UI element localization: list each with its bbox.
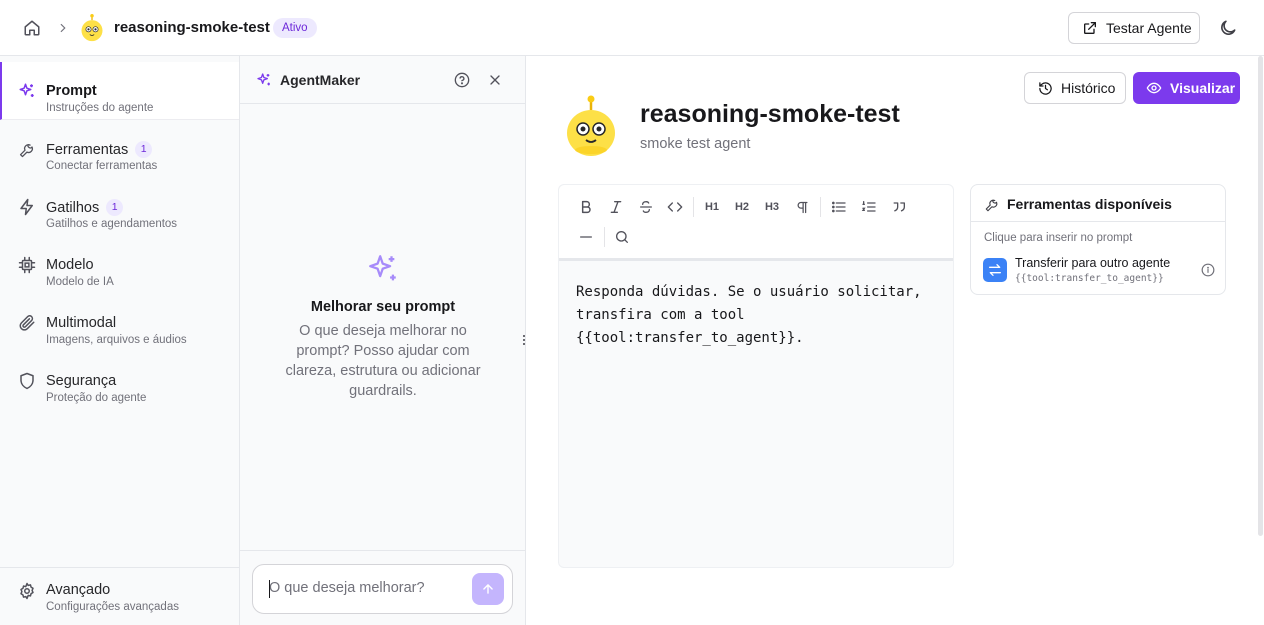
sidebar-item-label: Multimodal [46, 315, 117, 331]
heading-1-icon[interactable]: H1 [703, 198, 721, 216]
sidebar-item-avancado[interactable]: Avançado Configurações avançadas [0, 567, 239, 625]
sidebar: Prompt Instruções do agente Ferramentas 1… [0, 56, 240, 625]
robot-avatar-icon [564, 94, 618, 158]
tool-name: Transferir para outro agente [1015, 256, 1171, 270]
help-circle-icon[interactable] [454, 72, 470, 88]
prompt-text[interactable]: Responda dúvidas. Se o usuário solicitar… [576, 281, 946, 350]
bullet-list-icon[interactable] [830, 198, 848, 216]
quote-icon[interactable] [890, 198, 908, 216]
main-content: Histórico Visualizar reasoning-smoke-tes… [527, 56, 1264, 625]
test-agent-label: Testar Agente [1106, 20, 1192, 36]
sidebar-item-sub: Instruções do agente [46, 102, 154, 114]
chevron-right-icon [56, 20, 70, 36]
external-link-icon [1082, 20, 1098, 36]
preview-label: Visualizar [1170, 80, 1236, 96]
eye-icon [1146, 80, 1162, 96]
paragraph-icon[interactable] [793, 198, 811, 216]
agentmaker-input-box [252, 564, 513, 614]
preview-button[interactable]: Visualizar [1133, 72, 1240, 104]
sidebar-item-sub: Imagens, arquivos e áudios [46, 334, 187, 346]
scrollbar-thumb[interactable] [1258, 56, 1263, 536]
editor-toolbar: H1 H2 H3 [559, 185, 953, 261]
wrench-icon [18, 140, 36, 158]
arrow-up-icon [481, 582, 495, 596]
scrollbar[interactable] [1257, 56, 1264, 536]
available-tools-panel: Ferramentas disponíveis Clique para inse… [970, 184, 1226, 295]
agentmaker-heading: Melhorar seu prompt [310, 299, 456, 315]
robot-avatar-icon [80, 14, 104, 42]
sidebar-item-ferramentas[interactable]: Ferramentas 1 Conectar ferramentas [0, 120, 239, 178]
sidebar-item-sub: Gatilhos e agendamentos [46, 218, 178, 230]
sidebar-item-label-text: Gatilhos [46, 200, 100, 216]
wrench-icon [984, 196, 1000, 212]
count-badge: 1 [135, 141, 153, 158]
cpu-icon [18, 256, 36, 274]
send-button[interactable] [472, 573, 504, 605]
sidebar-item-label: Modelo [46, 257, 94, 273]
sidebar-item-modelo[interactable]: Modelo Modelo de IA [0, 236, 239, 294]
tool-item-transfer[interactable]: Transferir para outro agente {{tool:tran… [983, 256, 1217, 286]
history-label: Histórico [1061, 80, 1116, 96]
agentmaker-description: O que deseja melhorar no prompt? Posso a… [285, 323, 481, 399]
available-tools-header: Ferramentas disponíveis [971, 185, 1225, 222]
sidebar-item-label: Avançado [46, 582, 111, 598]
sidebar-item-multimodal[interactable]: Multimodal Imagens, arquivos e áudios [0, 294, 239, 352]
agentmaker-title: AgentMaker [280, 72, 361, 88]
search-icon[interactable] [613, 228, 631, 246]
ordered-list-icon[interactable] [860, 198, 878, 216]
agent-description: smoke test agent [640, 136, 751, 152]
sidebar-item-label-text: Ferramentas [46, 142, 129, 158]
sidebar-item-label: Ferramentas 1 [46, 141, 153, 158]
text-caret [269, 580, 270, 598]
history-icon [1038, 81, 1053, 96]
tool-code: {{tool:transfer_to_agent}} [1015, 273, 1164, 284]
sidebar-item-gatilhos[interactable]: Gatilhos 1 Gatilhos e agendamentos [0, 178, 239, 236]
sidebar-item-sub: Proteção do agente [46, 392, 147, 404]
sidebar-item-prompt[interactable]: Prompt Instruções do agente [0, 62, 239, 120]
available-tools-hint: Clique para inserir no prompt [984, 232, 1133, 244]
sidebar-item-sub: Modelo de IA [46, 276, 114, 288]
heading-3-icon[interactable]: H3 [763, 198, 781, 216]
gear-icon [18, 582, 36, 600]
sidebar-item-seguranca[interactable]: Segurança Proteção do agente [0, 352, 239, 410]
history-button[interactable]: Histórico [1024, 72, 1126, 104]
agent-title: reasoning-smoke-test [640, 100, 900, 128]
agentmaker-panel: AgentMaker Melhorar seu prompt O que des… [240, 56, 526, 625]
moon-icon[interactable] [1218, 18, 1238, 38]
zap-icon [18, 198, 36, 216]
italic-icon[interactable] [607, 198, 625, 216]
breadcrumb-agent-name: reasoning-smoke-test [114, 19, 270, 36]
transfer-icon [983, 258, 1007, 282]
sparkles-icon [366, 252, 400, 286]
toolbar-divider [820, 197, 821, 217]
top-header: reasoning-smoke-test Ativo Testar Agente [0, 0, 1264, 56]
agentmaker-input-area [240, 550, 526, 625]
close-icon[interactable] [487, 72, 503, 88]
sidebar-item-label: Segurança [46, 373, 117, 389]
heading-2-icon[interactable]: H2 [733, 198, 751, 216]
sidebar-item-sub: Conectar ferramentas [46, 160, 158, 172]
sparkles-icon [256, 72, 272, 88]
sidebar-item-sub: Configurações avançadas [46, 601, 179, 613]
sparkles-icon [18, 82, 36, 100]
bold-icon[interactable] [577, 198, 595, 216]
agentmaker-header: AgentMaker [240, 56, 526, 104]
count-badge: 1 [106, 199, 124, 216]
info-icon[interactable] [1201, 263, 1215, 277]
code-icon[interactable] [666, 198, 684, 216]
status-badge: Ativo [273, 18, 317, 38]
horizontal-rule-icon[interactable] [577, 228, 595, 246]
paperclip-icon [18, 314, 36, 332]
test-agent-button[interactable]: Testar Agente [1068, 12, 1200, 44]
shield-icon [18, 372, 36, 390]
strikethrough-icon[interactable] [637, 198, 655, 216]
sidebar-item-label: Prompt [46, 83, 97, 99]
available-tools-title: Ferramentas disponíveis [1007, 196, 1172, 212]
improve-prompt-input[interactable] [269, 580, 459, 596]
toolbar-divider [693, 197, 694, 217]
toolbar-divider [604, 227, 605, 247]
prompt-editor: H1 H2 H3 Responda dúvidas. Se o usuário … [558, 184, 954, 568]
home-icon[interactable] [20, 16, 44, 40]
sidebar-item-label: Gatilhos 1 [46, 199, 124, 216]
